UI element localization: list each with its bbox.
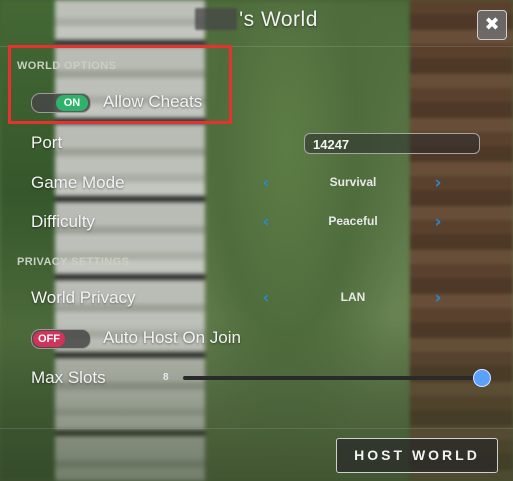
dialog-title-text: 's World (239, 8, 318, 31)
host-world-button[interactable]: HOST WORLD (336, 438, 498, 473)
close-button[interactable]: ✖ (477, 10, 507, 40)
game-mode-value: Survival (329, 175, 377, 189)
max-slots-slider-handle[interactable] (473, 369, 491, 387)
auto-host-toggle[interactable]: OFF (31, 329, 91, 349)
redacted-name (195, 8, 238, 30)
game-mode-prev-arrow-icon[interactable]: ‹ (260, 175, 272, 192)
difficulty-prev-arrow-icon[interactable]: ‹ (260, 214, 272, 231)
difficulty-label: Difficulty (31, 212, 95, 231)
auto-host-toggle-text: OFF (33, 331, 65, 347)
section-privacy-settings: PRIVACY SETTINGS (17, 256, 130, 268)
max-slots-label: Max Slots (31, 368, 106, 387)
world-privacy-next-arrow-icon[interactable]: › (432, 290, 444, 307)
port-input[interactable]: 14247 (304, 133, 480, 154)
difficulty-value: Peaceful (328, 214, 378, 228)
auto-host-label: Auto Host On Join (103, 328, 241, 347)
max-slots-slider-track[interactable] (183, 376, 482, 380)
close-icon: ✖ (484, 14, 500, 35)
footer-divider (0, 428, 513, 429)
game-mode-next-arrow-icon[interactable]: › (432, 175, 444, 192)
world-privacy-value: LAN (340, 290, 366, 304)
dialog-title: 's World (0, 8, 513, 32)
world-privacy-label: World Privacy (31, 288, 136, 307)
host-world-dialog: 's World ✖ WORLD OPTIONS ON Allow Cheats… (0, 0, 513, 481)
max-slots-value: 8 (163, 372, 169, 383)
world-privacy-prev-arrow-icon[interactable]: ‹ (260, 290, 272, 307)
port-label: Port (31, 133, 63, 152)
difficulty-next-arrow-icon[interactable]: › (432, 214, 444, 231)
highlight-box (8, 45, 232, 124)
game-mode-label: Game Mode (31, 173, 125, 192)
